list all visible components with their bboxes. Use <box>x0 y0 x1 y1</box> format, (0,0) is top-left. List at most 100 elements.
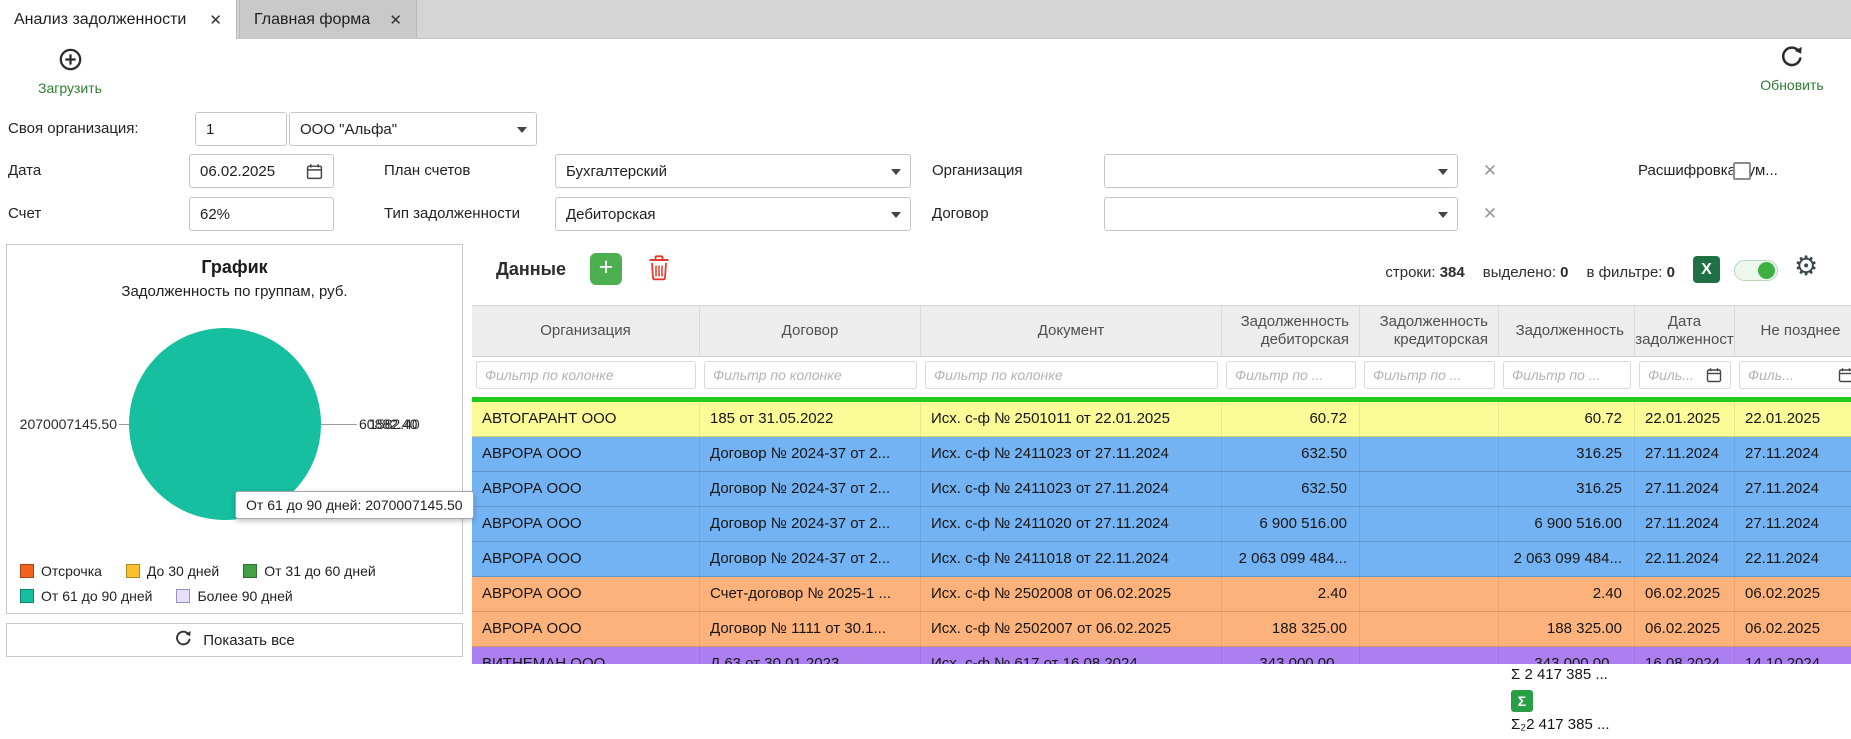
close-icon[interactable]: ✕ <box>197 11 222 29</box>
column-filter-input[interactable]: Филь... <box>1739 361 1851 389</box>
column-header[interactable]: Не позднее <box>1735 306 1851 356</box>
calendar-icon[interactable] <box>1838 367 1851 383</box>
legend-label: Более 90 дней <box>197 588 292 604</box>
tab-main-form[interactable]: Главная форма ✕ <box>239 0 417 39</box>
table-row[interactable]: АВРОРА ОООДоговор № 1111 от 30.1...Исх. … <box>472 612 1851 647</box>
delete-row-button[interactable] <box>648 254 670 287</box>
decode-sum-checkbox[interactable] <box>1733 162 1751 180</box>
refresh-button[interactable]: Обновить <box>1746 44 1838 93</box>
load-button[interactable]: Загрузить <box>24 46 116 96</box>
filter-cell: Фильтр по колонке <box>472 357 700 393</box>
legend-item[interactable]: От 61 до 90 дней <box>20 588 152 604</box>
table-cell: 27.11.2024 <box>1635 437 1735 471</box>
legend-item[interactable]: Более 90 дней <box>176 588 292 604</box>
clear-contract-icon[interactable]: ✕ <box>1478 197 1502 231</box>
table-row[interactable]: АВРОРА ОООДоговор № 2024-37 от 2...Исх. … <box>472 542 1851 577</box>
pie-callout-right: 60882.40 <box>359 416 417 432</box>
chevron-down-icon <box>891 169 901 175</box>
column-header[interactable]: Датазадолженност <box>1635 306 1735 356</box>
clear-organization-icon[interactable]: ✕ <box>1478 154 1502 188</box>
tab-debt-analysis[interactable]: Анализ задолженности ✕ <box>0 0 237 39</box>
date-input[interactable]: 06.02.2025 <box>189 154 334 188</box>
table-cell: Счет-договор № 2025-1 ... <box>700 577 921 611</box>
close-icon[interactable]: ✕ <box>377 11 402 29</box>
table-cell: 632.50 <box>1222 472 1360 506</box>
column-header[interactable]: Задолженностькредиторская <box>1360 306 1499 356</box>
column-filter-input[interactable]: Фильтр по колонке <box>704 361 917 389</box>
refresh-icon <box>1779 44 1805 75</box>
calendar-icon[interactable] <box>1706 367 1722 383</box>
debt-type-select[interactable]: Дебиторская <box>555 197 911 231</box>
tab-bar: Анализ задолженности ✕ Главная форма ✕ <box>0 0 1851 39</box>
grid-body: АВТОГАРАНТ ООО185 от 31.05.2022Исх. с-ф … <box>472 402 1851 664</box>
export-excel-icon[interactable]: X <box>1693 256 1720 283</box>
legend-item[interactable]: Отсрочка <box>20 563 102 579</box>
column-header[interactable]: Организация <box>472 306 700 356</box>
table-cell: 188 325.00 <box>1222 612 1360 646</box>
table-cell: 316.25 <box>1499 472 1635 506</box>
filter-cell: Фильтр по ... <box>1222 357 1360 393</box>
legend-row: Отсрочка До 30 дней От 31 до 60 дней <box>20 563 376 579</box>
own-org-select[interactable]: ООО "Альфа" <box>289 112 537 146</box>
table-cell: АВТОГАРАНТ ООО <box>472 402 700 436</box>
calendar-icon[interactable] <box>306 163 323 180</box>
table-cell: АВРОРА ООО <box>472 577 700 611</box>
own-org-label: Своя организация: <box>8 112 139 146</box>
column-filter-input[interactable]: Фильтр по колонке <box>476 361 696 389</box>
table-row[interactable]: АВРОРА ОООСчет-договор № 2025-1 ...Исх. … <box>472 577 1851 612</box>
legend-item[interactable]: До 30 дней <box>126 563 219 579</box>
table-cell: Договор № 2024-37 от 2... <box>700 437 921 471</box>
show-all-button[interactable]: Показать все <box>6 623 463 657</box>
table-cell <box>1360 437 1499 471</box>
grid-stat: строки: 384 <box>1385 264 1464 281</box>
show-all-label: Показать все <box>203 632 295 649</box>
color-mode-toggle[interactable] <box>1734 260 1778 281</box>
table-row[interactable]: ВИТНЕМАН ОООД 63 от 30.01.2023Исх. с-ф №… <box>472 647 1851 664</box>
debt-type-label: Тип задолженности <box>384 197 520 231</box>
chart-tooltip: От 61 до 90 дней: 2070007145.50 <box>235 491 474 519</box>
contract-select[interactable] <box>1104 197 1458 231</box>
column-header[interactable]: Задолженностьдебиторская <box>1222 306 1360 356</box>
sigma-badge[interactable]: Σ <box>1511 690 1533 712</box>
chart-of-accounts-select[interactable]: Бухгалтерский <box>555 154 911 188</box>
legend-swatch-icon <box>176 589 190 603</box>
table-cell: 343 000 00... <box>1499 647 1635 664</box>
table-row[interactable]: АВРОРА ОООДоговор № 2024-37 от 2...Исх. … <box>472 437 1851 472</box>
trash-icon <box>648 254 670 282</box>
chart-panel: График Задолженность по группам, руб. 20… <box>6 244 463 614</box>
table-cell: 316.25 <box>1499 437 1635 471</box>
table-cell: Исх. с-ф № 2502008 от 06.02.2025 <box>921 577 1222 611</box>
column-filter-input[interactable]: Фильтр по ... <box>1503 361 1631 389</box>
data-grid-panel: Данные + строки: 384выделено: 0в фильтре… <box>472 244 1851 664</box>
gear-icon[interactable]: ⚙ <box>1794 250 1818 282</box>
table-cell: 343 000 00... <box>1222 647 1360 664</box>
legend-swatch-icon <box>20 564 34 578</box>
table-row[interactable]: АВТОГАРАНТ ООО185 от 31.05.2022Исх. с-ф … <box>472 402 1851 437</box>
column-filter-input[interactable]: Фильтр по колонке <box>925 361 1218 389</box>
own-org-select-value: ООО "Альфа" <box>300 121 397 138</box>
own-org-code-input[interactable]: 1 <box>195 112 287 146</box>
column-filter-input[interactable]: Филь... <box>1639 361 1731 389</box>
column-header[interactable]: Договор <box>700 306 921 356</box>
decode-sum-label: Расшифровка сум... <box>1638 154 1778 188</box>
refresh-button-label: Обновить <box>1760 77 1823 93</box>
debt-analysis-app: Анализ задолженности ✕ Главная форма ✕ З… <box>0 0 1851 739</box>
date-label: Дата <box>8 154 41 188</box>
table-cell: АВРОРА ООО <box>472 437 700 471</box>
organization-select[interactable] <box>1104 154 1458 188</box>
table-row[interactable]: АВРОРА ОООДоговор № 2024-37 от 2...Исх. … <box>472 472 1851 507</box>
column-header[interactable]: Задолженность <box>1499 306 1635 356</box>
column-filter-input[interactable]: Фильтр по ... <box>1364 361 1495 389</box>
column-filter-input[interactable]: Фильтр по ... <box>1226 361 1356 389</box>
chart-of-accounts-value: Бухгалтерский <box>566 163 667 180</box>
column-header[interactable]: Документ <box>921 306 1222 356</box>
legend-item[interactable]: От 31 до 60 дней <box>243 563 375 579</box>
legend-label: От 61 до 90 дней <box>41 588 152 604</box>
chart-title: График <box>7 257 462 278</box>
add-row-button[interactable]: + <box>590 253 622 285</box>
account-input[interactable]: 62% <box>189 197 334 231</box>
table-cell: 22.01.2025 <box>1735 402 1851 436</box>
table-row[interactable]: АВРОРА ОООДоговор № 2024-37 от 2...Исх. … <box>472 507 1851 542</box>
column-sum-total: Σ 2 417 385 ... <box>1511 666 1608 683</box>
table-cell: 27.11.2024 <box>1635 507 1735 541</box>
